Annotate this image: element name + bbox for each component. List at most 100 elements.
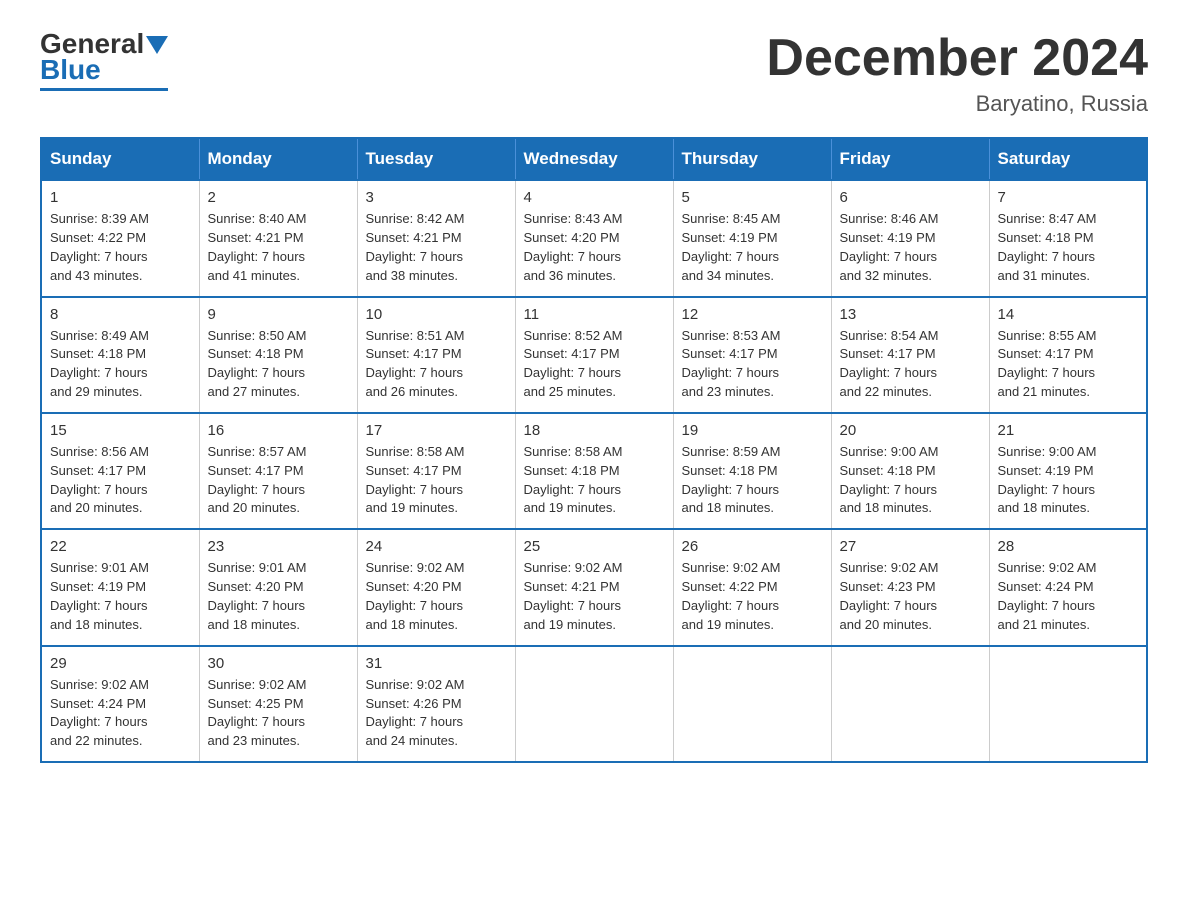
calendar-cell: 8 Sunrise: 8:49 AM Sunset: 4:18 PM Daylig… (41, 297, 199, 413)
logo-underline (40, 88, 168, 91)
day-number: 8 (50, 306, 191, 323)
day-number: 29 (50, 655, 191, 672)
day-info: Sunrise: 8:39 AM Sunset: 4:22 PM Dayligh… (50, 210, 191, 285)
calendar-cell (515, 646, 673, 762)
calendar-week-row: 15Sunrise: 8:56 AM Sunset: 4:17 PM Dayli… (41, 413, 1147, 529)
calendar-cell: 9Sunrise: 8:50 AM Sunset: 4:18 PM Daylig… (199, 297, 357, 413)
calendar-cell (673, 646, 831, 762)
calendar-header-monday: Monday (199, 138, 357, 180)
day-info: Sunrise: 9:02 AM Sunset: 4:25 PM Dayligh… (208, 676, 349, 751)
calendar-cell: 31Sunrise: 9:02 AM Sunset: 4:26 PM Dayli… (357, 646, 515, 762)
day-info: Sunrise: 9:02 AM Sunset: 4:24 PM Dayligh… (50, 676, 191, 751)
calendar-cell: 17 Sunrise: 8:58 AM Sunset: 4:17 PM Dayli… (357, 413, 515, 529)
day-info: Sunrise: 8:42 AM Sunset: 4:21 PM Dayligh… (366, 210, 507, 285)
calendar-table: SundayMondayTuesdayWednesdayThursdayFrid… (40, 137, 1148, 763)
day-info: Sunrise: 8:53 AM Sunset: 4:17 PM Dayligh… (682, 327, 823, 402)
day-info: Sunrise: 8:58 AM Sunset: 4:17 PM Dayligh… (366, 443, 507, 518)
calendar-cell: 15Sunrise: 8:56 AM Sunset: 4:17 PM Dayli… (41, 413, 199, 529)
day-number: 18 (524, 422, 665, 439)
day-info: Sunrise: 8:43 AM Sunset: 4:20 PM Dayligh… (524, 210, 665, 285)
day-info: Sunrise: 9:00 AM Sunset: 4:19 PM Dayligh… (998, 443, 1139, 518)
day-info: Sunrise: 9:02 AM Sunset: 4:24 PM Dayligh… (998, 559, 1139, 634)
day-number: 15 (50, 422, 191, 439)
day-number: 22 (50, 538, 191, 555)
day-info: Sunrise: 8:49 AM Sunset: 4:18 PM Dayligh… (50, 327, 191, 402)
calendar-cell: 30 Sunrise: 9:02 AM Sunset: 4:25 PM Dayli… (199, 646, 357, 762)
day-info: Sunrise: 9:01 AM Sunset: 4:20 PM Dayligh… (208, 559, 349, 634)
day-number: 6 (840, 189, 981, 206)
calendar-cell: 24 Sunrise: 9:02 AM Sunset: 4:20 PM Dayli… (357, 529, 515, 645)
day-number: 27 (840, 538, 981, 555)
calendar-cell (989, 646, 1147, 762)
day-number: 12 (682, 306, 823, 323)
day-number: 16 (208, 422, 349, 439)
calendar-cell: 29 Sunrise: 9:02 AM Sunset: 4:24 PM Dayli… (41, 646, 199, 762)
day-number: 23 (208, 538, 349, 555)
calendar-header-wednesday: Wednesday (515, 138, 673, 180)
calendar-cell: 13 Sunrise: 8:54 AM Sunset: 4:17 PM Dayli… (831, 297, 989, 413)
day-number: 17 (366, 422, 507, 439)
calendar-cell: 16 Sunrise: 8:57 AM Sunset: 4:17 PM Dayli… (199, 413, 357, 529)
day-number: 4 (524, 189, 665, 206)
day-info: Sunrise: 8:40 AM Sunset: 4:21 PM Dayligh… (208, 210, 349, 285)
calendar-cell: 25 Sunrise: 9:02 AM Sunset: 4:21 PM Dayli… (515, 529, 673, 645)
day-number: 20 (840, 422, 981, 439)
calendar-cell: 11Sunrise: 8:52 AM Sunset: 4:17 PM Dayli… (515, 297, 673, 413)
day-number: 19 (682, 422, 823, 439)
calendar-cell: 2 Sunrise: 8:40 AM Sunset: 4:21 PM Daylig… (199, 180, 357, 296)
day-number: 3 (366, 189, 507, 206)
calendar-header-saturday: Saturday (989, 138, 1147, 180)
calendar-cell: 12 Sunrise: 8:53 AM Sunset: 4:17 PM Dayli… (673, 297, 831, 413)
day-info: Sunrise: 8:54 AM Sunset: 4:17 PM Dayligh… (840, 327, 981, 402)
day-number: 5 (682, 189, 823, 206)
day-number: 31 (366, 655, 507, 672)
logo-blue-text: Blue (40, 56, 101, 84)
calendar-cell: 28Sunrise: 9:02 AM Sunset: 4:24 PM Dayli… (989, 529, 1147, 645)
day-number: 10 (366, 306, 507, 323)
calendar-cell: 22 Sunrise: 9:01 AM Sunset: 4:19 PM Dayli… (41, 529, 199, 645)
month-title: December 2024 (766, 30, 1148, 87)
calendar-cell: 1 Sunrise: 8:39 AM Sunset: 4:22 PM Daylig… (41, 180, 199, 296)
day-info: Sunrise: 9:02 AM Sunset: 4:22 PM Dayligh… (682, 559, 823, 634)
calendar-cell: 10Sunrise: 8:51 AM Sunset: 4:17 PM Dayli… (357, 297, 515, 413)
day-number: 26 (682, 538, 823, 555)
calendar-week-row: 1 Sunrise: 8:39 AM Sunset: 4:22 PM Daylig… (41, 180, 1147, 296)
calendar-week-row: 22 Sunrise: 9:01 AM Sunset: 4:19 PM Dayli… (41, 529, 1147, 645)
day-info: Sunrise: 9:02 AM Sunset: 4:23 PM Dayligh… (840, 559, 981, 634)
day-info: Sunrise: 8:47 AM Sunset: 4:18 PM Dayligh… (998, 210, 1139, 285)
calendar-cell: 18 Sunrise: 8:58 AM Sunset: 4:18 PM Dayli… (515, 413, 673, 529)
day-info: Sunrise: 8:46 AM Sunset: 4:19 PM Dayligh… (840, 210, 981, 285)
day-info: Sunrise: 8:59 AM Sunset: 4:18 PM Dayligh… (682, 443, 823, 518)
day-number: 7 (998, 189, 1139, 206)
calendar-cell: 14Sunrise: 8:55 AM Sunset: 4:17 PM Dayli… (989, 297, 1147, 413)
day-number: 24 (366, 538, 507, 555)
day-number: 13 (840, 306, 981, 323)
calendar-week-row: 29 Sunrise: 9:02 AM Sunset: 4:24 PM Dayli… (41, 646, 1147, 762)
day-info: Sunrise: 9:02 AM Sunset: 4:20 PM Dayligh… (366, 559, 507, 634)
day-info: Sunrise: 8:52 AM Sunset: 4:17 PM Dayligh… (524, 327, 665, 402)
logo: General Blue (40, 30, 168, 91)
logo-triangle-icon (146, 36, 168, 54)
calendar-header-sunday: Sunday (41, 138, 199, 180)
day-info: Sunrise: 8:57 AM Sunset: 4:17 PM Dayligh… (208, 443, 349, 518)
day-number: 30 (208, 655, 349, 672)
day-number: 21 (998, 422, 1139, 439)
calendar-cell: 5Sunrise: 8:45 AM Sunset: 4:19 PM Daylig… (673, 180, 831, 296)
day-info: Sunrise: 9:01 AM Sunset: 4:19 PM Dayligh… (50, 559, 191, 634)
day-number: 14 (998, 306, 1139, 323)
day-number: 2 (208, 189, 349, 206)
calendar-cell: 20Sunrise: 9:00 AM Sunset: 4:18 PM Dayli… (831, 413, 989, 529)
page-header: General Blue December 2024 Baryatino, Ru… (40, 30, 1148, 117)
day-number: 9 (208, 306, 349, 323)
day-info: Sunrise: 9:02 AM Sunset: 4:21 PM Dayligh… (524, 559, 665, 634)
day-number: 1 (50, 189, 191, 206)
calendar-cell: 4 Sunrise: 8:43 AM Sunset: 4:20 PM Daylig… (515, 180, 673, 296)
calendar-cell: 3 Sunrise: 8:42 AM Sunset: 4:21 PM Daylig… (357, 180, 515, 296)
day-number: 25 (524, 538, 665, 555)
calendar-week-row: 8 Sunrise: 8:49 AM Sunset: 4:18 PM Daylig… (41, 297, 1147, 413)
calendar-header-thursday: Thursday (673, 138, 831, 180)
day-info: Sunrise: 8:58 AM Sunset: 4:18 PM Dayligh… (524, 443, 665, 518)
calendar-cell: 7 Sunrise: 8:47 AM Sunset: 4:18 PM Daylig… (989, 180, 1147, 296)
calendar-cell (831, 646, 989, 762)
title-section: December 2024 Baryatino, Russia (766, 30, 1148, 117)
